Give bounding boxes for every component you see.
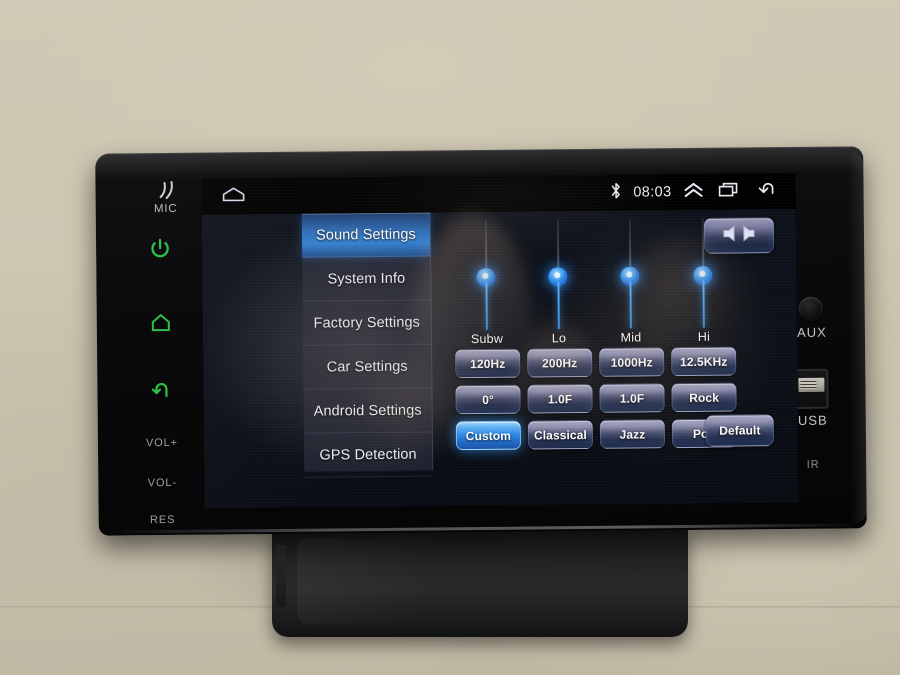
value-button-q1[interactable]: 1.0F: [527, 383, 593, 414]
sidebar-item-factory-settings[interactable]: Factory Settings: [302, 300, 432, 346]
bluetooth-status: [605, 175, 627, 211]
slider-label: Mid: [620, 330, 642, 345]
chassis-notch: [276, 545, 286, 607]
slider-label: Hi: [697, 329, 711, 344]
sidebar-item-label: Factory Settings: [313, 314, 421, 332]
recent-apps-button[interactable]: [711, 173, 747, 209]
default-button[interactable]: Default: [705, 414, 775, 447]
back-arrow-icon: [753, 180, 777, 203]
equalizer-panel: Subw Lo Mid Hi 120Hz 200Hz 1000Hz 12.5KH…: [430, 209, 799, 506]
frequency-button-120hz[interactable]: 120Hz: [455, 348, 521, 379]
usb-tongue: [798, 377, 825, 392]
frequency-button-12-5khz[interactable]: 12.5KHz: [671, 346, 737, 377]
sidebar-item-label: Car Settings: [326, 358, 408, 375]
status-back-button[interactable]: [747, 173, 783, 209]
preset-button-classical[interactable]: Classical: [527, 419, 594, 450]
slider-track-upper: [628, 218, 631, 273]
sidebar-item-label: System Info: [327, 270, 406, 287]
value-button-q2[interactable]: 1.0F: [599, 383, 665, 413]
frequency-button-200hz[interactable]: 200Hz: [527, 347, 593, 378]
slider-track-upper: [556, 219, 559, 274]
aux-jack-icon[interactable]: [798, 296, 823, 321]
sidebar-item-car-settings[interactable]: Car Settings: [303, 344, 432, 390]
status-clock: 08:03: [633, 184, 672, 201]
sidebar-item-system-info[interactable]: System Info: [302, 256, 431, 302]
button-label: 200Hz: [542, 355, 578, 370]
frequency-button-1000hz[interactable]: 1000Hz: [599, 347, 665, 377]
sidebar-item-gps-detection[interactable]: GPS Detection: [303, 432, 433, 478]
back-button[interactable]: [139, 372, 183, 412]
value-button-row: 0° 1.0F 1.0F Rock: [431, 382, 797, 415]
head-unit-rear-chassis: [272, 527, 688, 637]
recent-apps-icon: [717, 180, 741, 203]
button-label: 120Hz: [470, 356, 506, 371]
button-label: Classical: [533, 427, 587, 442]
back-arrow-icon: [149, 378, 173, 405]
sidebar-item-sound-settings[interactable]: Sound Settings: [301, 212, 431, 258]
touchscreen-display[interactable]: 08:03 Sound Settings System Info Factory…: [201, 172, 799, 509]
settings-sidebar: Sound Settings System Info Factory Setti…: [301, 212, 434, 478]
home-button[interactable]: [139, 304, 183, 344]
reset-button[interactable]: RES: [127, 514, 199, 527]
slider-track-upper: [484, 219, 487, 274]
sidebar-item-android-settings[interactable]: Android Settings: [303, 388, 432, 434]
usb-port-icon[interactable]: [794, 368, 829, 409]
home-icon: [149, 310, 173, 337]
preset-button-custom[interactable]: Custom: [455, 420, 522, 451]
value-button-phase[interactable]: 0°: [455, 384, 521, 415]
left-bezel-controls: MIC VOL+ VOL- RES: [115, 169, 206, 526]
preset-button-rock[interactable]: Rock: [671, 382, 737, 413]
balance-fader-button[interactable]: [703, 217, 775, 254]
sidebar-item-label: Android Settings: [313, 402, 422, 420]
double-chevron-up-icon: [682, 180, 704, 203]
screenshot-root: MIC VOL+ VOL- RES AUX USB IR 08:03 Sound…: [0, 0, 900, 675]
mic-label: MIC: [153, 202, 178, 216]
status-home-button[interactable]: [219, 185, 247, 208]
button-label: Custom: [465, 428, 512, 443]
button-label: 12.5KHz: [679, 354, 728, 369]
slider-subwoofer[interactable]: Subw: [456, 219, 516, 346]
button-label: Jazz: [619, 426, 646, 442]
slider-mid[interactable]: Mid: [600, 218, 660, 345]
slider-track-lower: [556, 281, 560, 330]
frequency-button-row: 120Hz 200Hz 1000Hz 12.5KHz: [431, 346, 797, 379]
android-status-bar: 08:03: [201, 172, 796, 215]
slider-track-lower: [701, 279, 705, 328]
status-spacer: [248, 193, 606, 196]
balance-fader-icon: [721, 223, 757, 248]
button-label: Default: [719, 423, 761, 438]
slider-track-lower: [628, 280, 632, 329]
power-button[interactable]: [138, 231, 182, 271]
volume-down-button[interactable]: VOL-: [126, 477, 198, 490]
bluetooth-icon: [610, 181, 623, 204]
slider-low[interactable]: Lo: [528, 219, 588, 345]
button-label: 0°: [482, 392, 494, 407]
button-label: 1.0F: [547, 391, 573, 406]
sidebar-item-label: Sound Settings: [316, 226, 416, 244]
car-head-unit: MIC VOL+ VOL- RES AUX USB IR 08:03 Sound…: [95, 146, 867, 536]
button-label: Rock: [689, 390, 719, 405]
button-label: 1000Hz: [610, 354, 653, 370]
sound-settings-screen: Sound Settings System Info Factory Setti…: [201, 208, 799, 509]
home-outline-icon: [219, 185, 247, 208]
slider-track-lower: [484, 281, 488, 330]
volume-up-button[interactable]: VOL+: [126, 437, 198, 450]
expand-statusbar-button[interactable]: [675, 174, 711, 210]
sound-waves-icon: [153, 180, 177, 201]
power-icon: [148, 236, 172, 265]
sidebar-item-label: GPS Detection: [319, 446, 417, 464]
button-label: 1.0F: [619, 390, 645, 406]
preset-button-jazz[interactable]: Jazz: [599, 419, 666, 449]
